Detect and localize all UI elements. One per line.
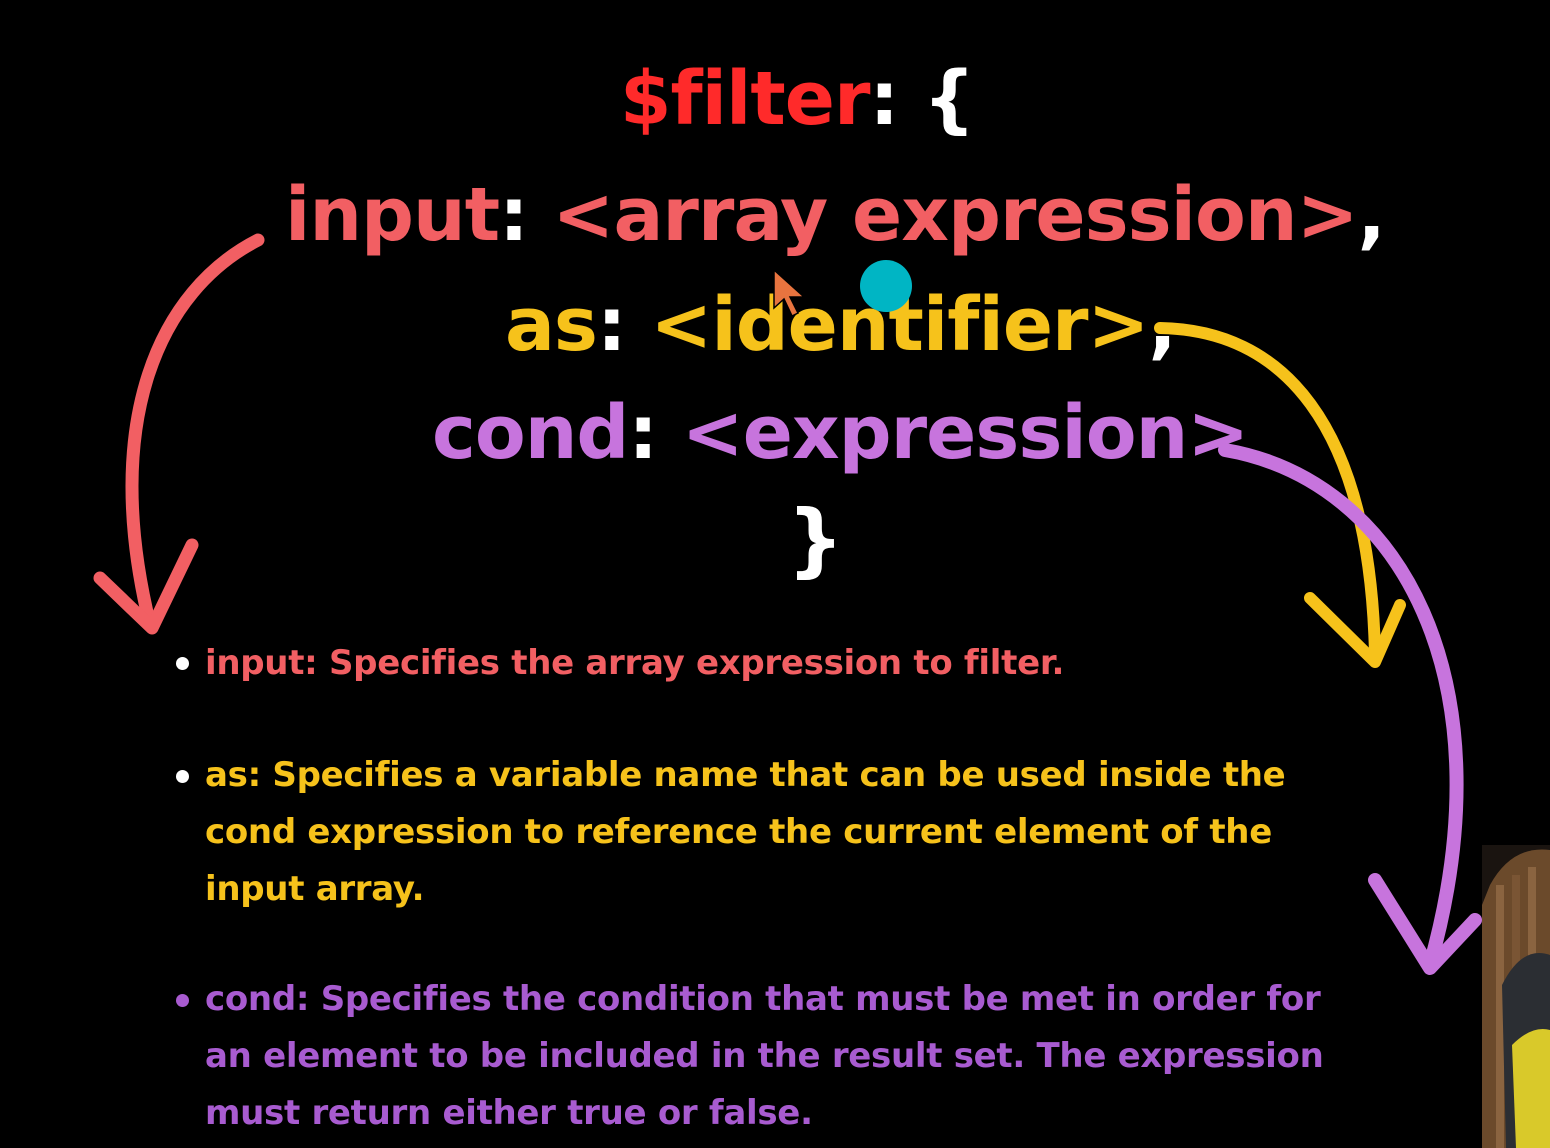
cursor-highlight-dot [860,260,912,312]
bullet-input-line: input: Specifies the array expression to… [205,643,1065,683]
bullet-as-line-3: input array. [205,869,425,909]
curved-arrow-red-icon [93,233,265,635]
bullet-cond-line-3: must return either true or false. [205,1093,813,1133]
bullet-as: as: Specifies a variable name that can b… [205,747,1286,918]
bullet-input: input: Specifies the array expression to… [205,635,1064,692]
bullet-as-line-1: as: Specifies a variable name that can b… [205,755,1286,795]
curved-arrow-yellow-icon [1154,322,1406,668]
presenter-video-thumbnail [1482,845,1550,1148]
bullet-dot-as [176,770,189,783]
bullet-as-line-2: cond expression to reference the current… [205,812,1272,852]
bullet-cond: cond: Specifies the condition that must … [205,971,1324,1142]
mouse-pointer-icon [773,268,806,318]
slide: $filter: { input: <array expression>, as… [0,0,1550,1148]
bullet-dot-cond [176,994,189,1007]
bullet-cond-line-1: cond: Specifies the condition that must … [205,979,1321,1019]
bullet-cond-line-2: an element to be included in the result … [205,1036,1324,1076]
bullet-dot-input [176,657,189,670]
